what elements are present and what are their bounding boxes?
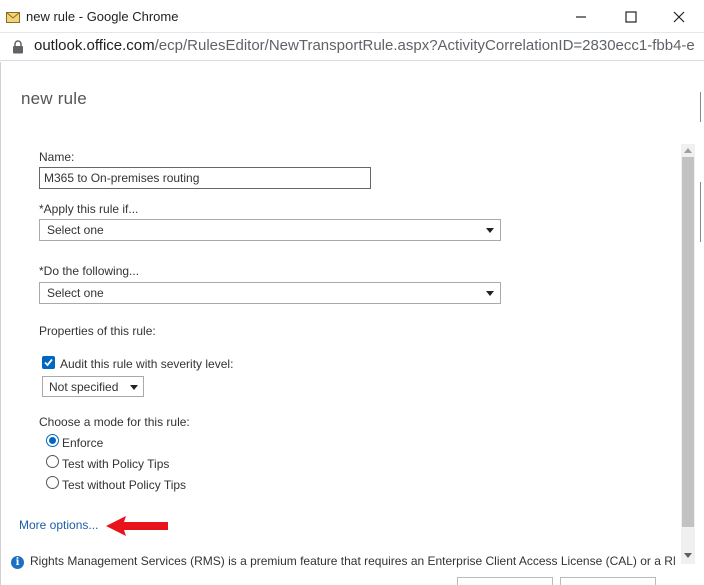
scrollbar-thumb[interactable] [682,157,694,527]
minimize-button[interactable] [558,0,604,33]
severity-select[interactable]: Not specified [42,376,144,397]
mode-test-with-tips-label: Test with Policy Tips [62,457,170,471]
maximize-button[interactable] [608,0,654,33]
severity-value: Not specified [49,380,119,394]
mode-enforce-label: Enforce [62,436,104,450]
radio-test-with-policy-tips[interactable] [46,455,59,468]
radio-enforce[interactable] [46,434,59,447]
address-bar[interactable]: outlook.office.com/ecp/RulesEditor/NewTr… [0,33,704,61]
info-icon: i [11,556,24,569]
audit-label: Audit this rule with severity level: [60,357,234,371]
url-domain: outlook.office.com [34,37,155,54]
minimize-icon [576,15,586,18]
mode-test-without-tips-label: Test without Policy Tips [62,478,187,492]
close-button[interactable] [656,0,702,33]
apply-if-label: *Apply this rule if... [39,202,139,216]
chevron-down-icon [130,385,138,390]
scroll-down-icon[interactable] [684,553,692,558]
cancel-button[interactable] [560,577,656,585]
do-following-label: *Do the following... [39,264,140,278]
page-title: new rule [21,89,87,108]
window-titlebar: new rule - Google Chrome [0,0,704,33]
window-edge [697,62,704,585]
scroll-up-icon[interactable] [684,148,692,153]
maximize-icon [625,10,637,23]
apply-if-value: Select one [47,223,104,237]
audit-checkbox[interactable] [42,356,55,369]
red-arrow-icon [106,516,168,536]
apply-if-select[interactable]: Select one [39,219,501,241]
name-label: Name: [39,150,75,164]
window-title: new rule - Google Chrome [26,9,179,24]
mode-label: Choose a mode for this rule: [39,415,190,429]
do-following-select[interactable]: Select one [39,282,501,304]
properties-label: Properties of this rule: [39,324,156,338]
chevron-down-icon [486,291,494,296]
close-icon [673,11,685,22]
save-button[interactable] [457,577,553,585]
rule-editor-page: new rule Name: *Apply this rule if... Se… [0,62,704,585]
checkmark-icon [44,358,53,367]
rule-name-input[interactable] [39,167,371,189]
url-text[interactable]: outlook.office.com/ecp/RulesEditor/NewTr… [34,37,694,54]
chevron-down-icon [486,228,494,233]
mail-envelope-icon [6,10,20,23]
radio-test-without-policy-tips[interactable] [46,476,59,489]
url-path: /ecp/RulesEditor/NewTransportRule.aspx?A… [154,37,694,54]
do-following-value: Select one [47,286,104,300]
lock-icon [12,40,24,54]
rms-notice: Rights Management Services (RMS) is a pr… [30,554,675,568]
more-options-link[interactable]: More options... [19,518,98,532]
